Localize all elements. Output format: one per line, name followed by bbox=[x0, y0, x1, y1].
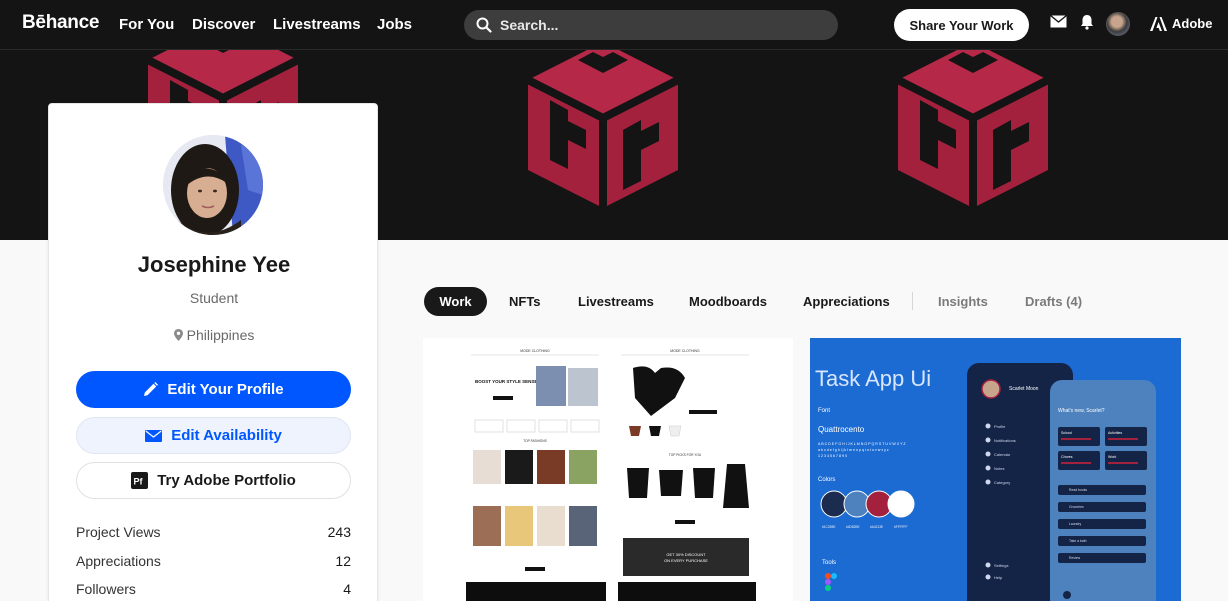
adobe-label: Adobe bbox=[1172, 16, 1213, 31]
stat-label: Project Views bbox=[76, 524, 161, 540]
edit-availability-button[interactable]: Edit Availability bbox=[76, 417, 351, 454]
edit-availability-label: Edit Availability bbox=[171, 427, 282, 444]
task-menu-settings: Settings bbox=[994, 563, 1008, 568]
task-item-5: Review bbox=[1069, 556, 1081, 560]
task-app-color-2: #4D82BE bbox=[846, 525, 860, 529]
task-app-alphabet-upper: A B C D E F G H I J K L M N O P Q R S T … bbox=[818, 442, 906, 446]
task-app-color-3: #A4213E bbox=[870, 525, 883, 529]
profile-photo-image bbox=[163, 135, 263, 235]
stat-appreciations: Appreciations 12 bbox=[76, 553, 351, 569]
adobe-link[interactable]: Adobe bbox=[1150, 16, 1212, 31]
task-menu-profile: Profile bbox=[994, 424, 1006, 429]
tab-nfts[interactable]: NFTs bbox=[509, 287, 541, 316]
task-app-title: Task App Ui bbox=[815, 366, 931, 391]
task-menu-notes: Notes bbox=[994, 466, 1004, 471]
task-app-tools-heading: Tools bbox=[822, 560, 836, 566]
task-app-color-1: #1C2B50 bbox=[822, 525, 836, 529]
fashion-section2: TOP PICKS FOR YOU bbox=[669, 453, 702, 457]
task-app-font-name: Quattrocento bbox=[818, 425, 865, 434]
try-adobe-portfolio-label: Try Adobe Portfolio bbox=[157, 472, 296, 489]
fashion-section1: TOP FASHIONS bbox=[523, 439, 546, 443]
task-item-4: Take a bath bbox=[1069, 539, 1087, 543]
task-app-alphabet-lower: a b c d e f g h i j k l m n o p q r s t … bbox=[818, 448, 889, 452]
envelope-icon bbox=[145, 429, 163, 442]
tab-livestreams[interactable]: Livestreams bbox=[578, 287, 654, 316]
task-app-digits: 1 2 3 4 5 6 7 8 9 0 bbox=[818, 454, 847, 458]
profile-photo[interactable] bbox=[163, 135, 263, 235]
mail-icon[interactable] bbox=[1050, 15, 1067, 28]
user-avatar[interactable] bbox=[1106, 12, 1130, 36]
task-app-thumbnail: Task App Ui Font Quattrocento A B C D E … bbox=[815, 363, 1156, 601]
stat-value: 243 bbox=[327, 524, 351, 540]
task-menu-help: Help bbox=[994, 575, 1003, 580]
tab-drafts[interactable]: Drafts (4) bbox=[1025, 287, 1082, 316]
fashion-brand-left: MODE CLOTHING bbox=[520, 349, 550, 353]
task-app-font-heading: Font bbox=[818, 408, 830, 414]
profile-card: Josephine Yee Student Philippines Edit Y… bbox=[48, 103, 378, 601]
task-card-work: Work bbox=[1108, 455, 1117, 459]
fashion-promo-2: ON EVERY PURCHASE bbox=[664, 558, 708, 563]
fashion-brand-right: MODE CLOTHING bbox=[670, 349, 700, 353]
search-input[interactable] bbox=[500, 17, 800, 33]
stat-label: Appreciations bbox=[76, 553, 161, 569]
task-app-colors-heading: Colors bbox=[818, 477, 835, 483]
task-menu-category: Category bbox=[994, 480, 1010, 485]
edit-profile-button[interactable]: Edit Your Profile bbox=[76, 371, 351, 408]
stat-value: 12 bbox=[335, 553, 351, 569]
task-card-chores: Chores bbox=[1061, 455, 1073, 459]
fashion-hero-text: BOOST YOUR STYLE SENSE bbox=[475, 379, 537, 384]
task-app-user-name: Scarlet Moon bbox=[1009, 386, 1039, 392]
task-item-2: Groceries bbox=[1069, 505, 1084, 509]
fashion-promo-1: GET 30% DISCOUNT bbox=[666, 552, 706, 557]
profile-name: Josephine Yee bbox=[137, 252, 291, 277]
location-text: Philippines bbox=[186, 327, 255, 343]
adobe-portfolio-icon: Pf bbox=[131, 472, 149, 489]
stat-followers: Followers 4 bbox=[76, 581, 351, 597]
profile-occupation: Student bbox=[189, 290, 239, 306]
task-app-color-4: #FFFFFF bbox=[894, 525, 908, 529]
task-item-1: Read books bbox=[1069, 488, 1087, 492]
tab-divider bbox=[912, 292, 913, 310]
tab-moodboards[interactable]: Moodboards bbox=[689, 287, 767, 316]
task-menu-calendar: Calendar bbox=[994, 452, 1011, 457]
task-item-3: Laundry bbox=[1069, 522, 1082, 526]
nav-link-jobs[interactable]: Jobs bbox=[377, 16, 412, 33]
edit-profile-label: Edit Your Profile bbox=[167, 381, 284, 398]
tab-appreciations[interactable]: Appreciations bbox=[803, 287, 890, 316]
tab-insights[interactable]: Insights bbox=[938, 287, 988, 316]
top-nav: Bēhance For You Discover Livestreams Job… bbox=[0, 0, 1228, 50]
project-tile-fashion[interactable]: MODE CLOTHING BOOST YOUR STYLE SENSE TOP… bbox=[423, 338, 793, 601]
svg-text:Pf: Pf bbox=[134, 477, 144, 487]
stat-project-views: Project Views 243 bbox=[76, 524, 351, 540]
tab-work[interactable]: Work bbox=[424, 287, 487, 316]
behance-logo[interactable]: Bēhance bbox=[22, 12, 99, 34]
nav-link-for-you[interactable]: For You bbox=[119, 16, 174, 33]
stat-value: 4 bbox=[343, 581, 351, 597]
profile-location: Philippines bbox=[49, 327, 379, 343]
task-app-greeting: What's new, Scarlet? bbox=[1058, 408, 1105, 414]
share-your-work-button[interactable]: Share Your Work bbox=[894, 9, 1029, 41]
task-card-school: School bbox=[1061, 431, 1072, 435]
location-pin-icon bbox=[173, 329, 183, 341]
search-bar[interactable] bbox=[464, 10, 838, 40]
project-tile-task-app[interactable]: Task App Ui Font Quattrocento A B C D E … bbox=[810, 338, 1181, 601]
try-adobe-portfolio-button[interactable]: Pf Try Adobe Portfolio bbox=[76, 462, 351, 499]
nav-link-discover[interactable]: Discover bbox=[192, 16, 255, 33]
pencil-icon bbox=[144, 382, 159, 396]
task-card-activities: Activities bbox=[1108, 431, 1122, 435]
task-menu-notifications: Notifications bbox=[994, 438, 1016, 443]
stat-label: Followers bbox=[76, 581, 136, 597]
fashion-project-thumbnail: MODE CLOTHING BOOST YOUR STYLE SENSE TOP… bbox=[466, 349, 756, 601]
search-icon bbox=[476, 17, 492, 33]
bell-icon[interactable] bbox=[1080, 14, 1094, 30]
nav-link-livestreams[interactable]: Livestreams bbox=[273, 16, 361, 33]
adobe-logo-icon bbox=[1150, 16, 1167, 31]
